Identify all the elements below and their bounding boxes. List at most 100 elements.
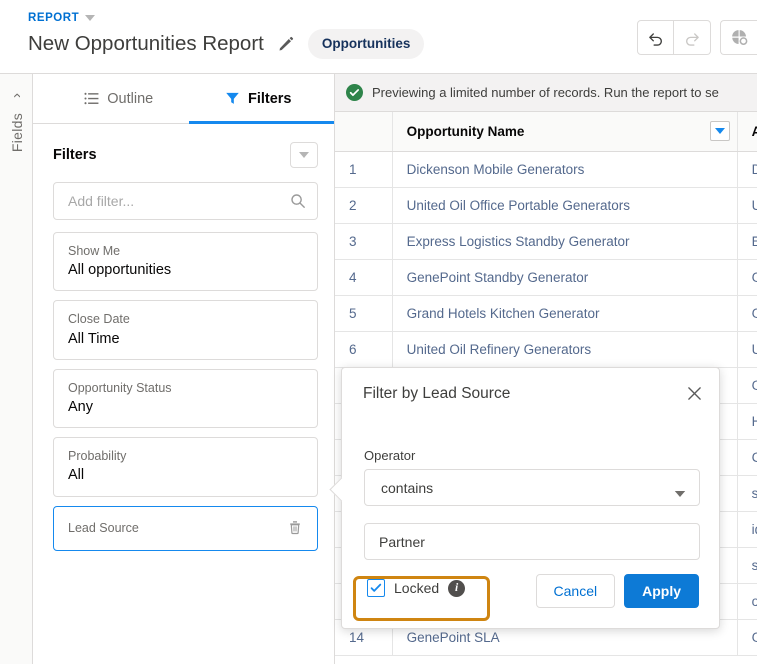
cell-opportunity-name[interactable]: Express Logistics Standby Generator xyxy=(392,223,738,260)
operator-label: Operator xyxy=(364,448,416,463)
cell-opportunity-name[interactable]: Grand Hotels Kitchen Generator xyxy=(392,295,738,332)
undo-button[interactable] xyxy=(637,20,674,55)
filter-card-label: Opportunity Status xyxy=(68,380,172,395)
filter-card-value: All Time xyxy=(68,330,120,347)
fields-rail-inner: › Fields xyxy=(0,88,33,152)
cell-opportunity-name[interactable]: United Oil Refinery Generators xyxy=(392,331,738,368)
report-object-badge: Opportunities xyxy=(307,29,425,59)
locked-label: Locked xyxy=(394,580,440,596)
fields-rail-label: Fields xyxy=(8,113,25,153)
column-menu-button[interactable] xyxy=(709,121,730,141)
table-row[interactable]: 6 United Oil Refinery Generators United … xyxy=(335,331,757,368)
cell-account-name[interactable]: United Oil xyxy=(737,187,757,224)
preview-banner: Previewing a limited number of records. … xyxy=(335,74,757,112)
column-header-account-name[interactable]: Account N xyxy=(737,112,757,152)
table-row[interactable]: 3 Express Logistics Standby Generator Ex… xyxy=(335,223,757,260)
filters-section-menu-button[interactable] xyxy=(290,142,318,168)
row-number: 2 xyxy=(335,187,393,224)
filter-card-label: Show Me xyxy=(68,244,121,258)
filter-card-opportunity-status[interactable]: Opportunity Status Any xyxy=(53,368,318,429)
header-titles: REPORT New Opportunities Report Opportun… xyxy=(28,12,425,59)
row-number: 4 xyxy=(335,259,393,296)
info-icon[interactable]: i xyxy=(448,579,466,597)
table-header-row: Opportunity Name Account N xyxy=(335,112,757,152)
success-check-icon xyxy=(346,84,363,101)
pencil-icon[interactable] xyxy=(276,34,296,54)
operator-select[interactable]: contains xyxy=(364,469,700,506)
cell-account-name[interactable]: s Log xyxy=(737,547,757,584)
report-type-kicker[interactable]: REPORT xyxy=(28,12,424,24)
cell-account-name[interactable]: oint xyxy=(737,583,757,620)
cell-account-name[interactable]: Oil xyxy=(737,367,757,404)
cell-account-name[interactable]: sity xyxy=(737,475,757,512)
locked-checkbox-group[interactable]: Locked i xyxy=(358,572,477,604)
caret-down-icon xyxy=(299,152,309,158)
fields-panel-rail[interactable]: › Fields xyxy=(0,74,33,664)
table-row[interactable]: 1 Dickenson Mobile Generators Dickenson xyxy=(335,151,757,188)
cell-account-name[interactable]: id Co xyxy=(737,511,757,548)
filter-card-value: Any xyxy=(68,398,93,415)
trash-icon[interactable] xyxy=(287,519,305,537)
row-number: 1 xyxy=(335,151,393,188)
undo-redo-group xyxy=(637,20,711,55)
cell-account-name[interactable]: United Oil xyxy=(737,331,757,368)
caret-down-icon xyxy=(714,128,725,134)
cell-account-name[interactable]: Comm xyxy=(737,439,757,476)
tab-outline[interactable]: Outline xyxy=(49,74,189,123)
table-row[interactable]: 5 Grand Hotels Kitchen Generator Grand H… xyxy=(335,295,757,332)
chart-gear-icon[interactable] xyxy=(720,20,757,55)
filter-card-lead-source[interactable]: Lead Source xyxy=(53,505,318,551)
tab-outline-label: Outline xyxy=(107,90,154,107)
cell-opportunity-name[interactable]: GenePoint Standby Generator xyxy=(392,259,738,296)
panel-tabs: Outline Filters xyxy=(33,74,334,124)
add-filter-placeholder: Add filter... xyxy=(68,193,135,209)
filter-card-close-date[interactable]: Close Date All Time xyxy=(53,300,318,360)
cell-account-name[interactable]: Hote xyxy=(737,403,757,440)
column-header-label: Opportunity Name xyxy=(406,123,525,139)
header-action-buttons xyxy=(637,20,757,55)
list-outline-icon xyxy=(84,92,99,105)
filters-panel-body: Filters Add filter... Show Me All opport… xyxy=(33,124,334,551)
add-filter-input[interactable]: Add filter... xyxy=(53,182,318,220)
report-header: REPORT New Opportunities Report Opportun… xyxy=(0,0,757,74)
dialog-title: Filter by Lead Source xyxy=(363,385,511,402)
table-row[interactable]: 4 GenePoint Standby Generator GenePoint xyxy=(335,259,757,296)
column-header-opportunity-name[interactable]: Opportunity Name xyxy=(392,112,738,152)
filters-section-header: Filters xyxy=(53,142,318,168)
apply-button[interactable]: Apply xyxy=(624,574,699,608)
filter-card-value: All opportunities xyxy=(68,262,172,279)
operator-selected-value: contains xyxy=(381,479,434,496)
row-number: 3 xyxy=(335,223,393,260)
tab-filters[interactable]: Filters xyxy=(188,74,334,124)
cell-account-name[interactable]: GenePoint xyxy=(737,619,757,656)
cancel-button[interactable]: Cancel xyxy=(535,574,616,608)
close-icon[interactable] xyxy=(683,382,705,404)
cell-account-name[interactable]: GenePoint xyxy=(737,259,757,296)
filter-value-text: Partner xyxy=(379,533,425,550)
filter-card-label: Lead Source xyxy=(68,520,139,535)
filter-card-show-me[interactable]: Show Me All opportunities xyxy=(53,232,318,292)
funnel-icon xyxy=(226,92,239,104)
filter-card-label: Close Date xyxy=(68,312,130,327)
table-row[interactable]: 2 United Oil Office Portable Generators … xyxy=(335,187,757,224)
cell-account-name[interactable]: Express Log xyxy=(737,223,757,260)
redo-button[interactable] xyxy=(674,20,711,55)
filter-card-probability[interactable]: Probability All xyxy=(53,437,318,497)
chevron-right-icon: › xyxy=(8,93,25,98)
filter-edit-dialog: Filter by Lead Source Operator contains … xyxy=(341,367,720,629)
cell-account-name[interactable]: Grand Hote xyxy=(737,295,757,332)
filter-card-label: Probability xyxy=(68,449,127,464)
cell-account-name[interactable]: Dickenson xyxy=(737,151,757,188)
filters-section-title: Filters xyxy=(53,147,97,163)
locked-checkbox[interactable] xyxy=(367,579,385,597)
cell-opportunity-name[interactable]: Dickenson Mobile Generators xyxy=(392,151,738,188)
filter-value-input[interactable]: Partner xyxy=(364,523,700,560)
caret-down-icon xyxy=(674,485,686,501)
filter-card-value: All xyxy=(68,467,85,484)
cell-opportunity-name[interactable]: United Oil Office Portable Generators xyxy=(392,187,738,224)
report-side-panel: Outline Filters Filters Add filter... Sh… xyxy=(33,74,335,664)
search-icon xyxy=(290,193,306,212)
dialog-action-buttons: Cancel Apply xyxy=(535,574,699,608)
row-number: 5 xyxy=(335,295,393,332)
tab-filters-label: Filters xyxy=(247,90,292,107)
